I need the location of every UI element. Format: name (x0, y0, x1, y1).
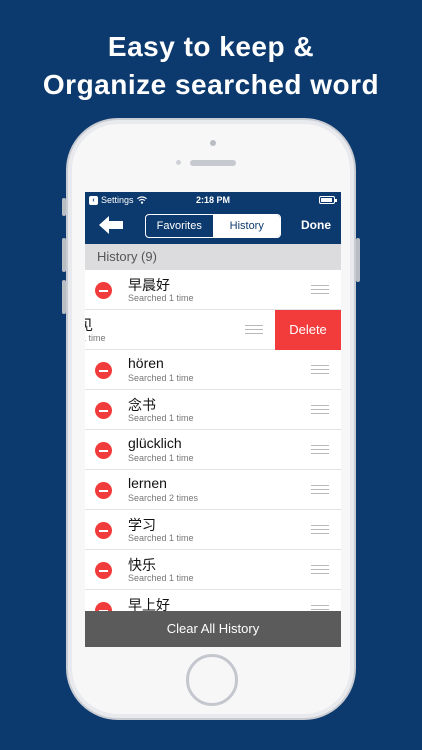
search-count: ched 1 time (85, 333, 106, 343)
delete-circle-icon[interactable] (95, 282, 112, 299)
list-item[interactable]: 早晨好 Searched 1 time (85, 270, 341, 310)
list-item[interactable]: 学习 Searched 1 time (85, 510, 341, 550)
nav-bar: Favorites History Done (85, 208, 341, 244)
list-item[interactable]: 见 ched 1 time Delete (85, 310, 341, 350)
reorder-handle-icon[interactable] (311, 365, 329, 374)
search-count: Searched 1 time (128, 413, 194, 423)
word-label: hören (128, 355, 164, 371)
word-label: 早晨好 (128, 277, 170, 293)
segmented-control: Favorites History (145, 214, 281, 238)
headline-line-1: Easy to keep & (107, 31, 315, 62)
tab-history[interactable]: History (213, 215, 280, 237)
tab-favorites[interactable]: Favorites (146, 215, 214, 237)
status-time: 2:18 PM (195, 195, 230, 205)
list-item[interactable]: 念书 Searched 1 time (85, 390, 341, 430)
list-item[interactable]: glücklich Searched 1 time (85, 430, 341, 470)
reorder-handle-icon[interactable] (311, 565, 329, 574)
list-item[interactable]: hören Searched 1 time (85, 350, 341, 390)
reorder-handle-icon[interactable] (311, 485, 329, 494)
delete-circle-icon[interactable] (95, 402, 112, 419)
front-camera (210, 140, 216, 146)
headline-line-2: Organize searched word (42, 69, 380, 100)
power-button (356, 238, 360, 282)
volume-up-button (62, 238, 66, 272)
search-count: Searched 2 times (128, 493, 199, 503)
earpiece-speaker (190, 160, 236, 166)
headline: Easy to keep & Organize searched word (0, 28, 422, 104)
word-label: glücklich (128, 435, 182, 451)
status-bar: ‹ Settings 2:18 PM (85, 192, 341, 208)
delete-button[interactable]: Delete (275, 310, 341, 350)
delete-circle-icon[interactable] (95, 442, 112, 459)
word-label: 快乐 (128, 557, 156, 573)
delete-circle-icon[interactable] (95, 482, 112, 499)
delete-circle-icon[interactable] (95, 562, 112, 579)
reorder-handle-icon[interactable] (311, 525, 329, 534)
word-label: 念书 (128, 397, 156, 413)
list-item[interactable]: lernen Searched 2 times (85, 470, 341, 510)
delete-circle-icon[interactable] (95, 522, 112, 539)
search-count: Searched 1 time (128, 573, 194, 583)
left-arrow-icon[interactable] (99, 216, 125, 234)
clear-all-history-button[interactable]: Clear All History (85, 611, 341, 647)
phone-screen: ‹ Settings 2:18 PM Favorites History Don… (85, 192, 341, 647)
reorder-handle-icon[interactable] (311, 285, 329, 294)
search-count: Searched 1 time (128, 453, 194, 463)
history-section-header: History (9) (85, 244, 341, 270)
word-label: 见 (85, 317, 93, 333)
search-count: Searched 1 time (128, 293, 194, 303)
delete-circle-icon[interactable] (95, 362, 112, 379)
done-button[interactable]: Done (301, 218, 331, 232)
volume-down-button (62, 280, 66, 314)
battery-icon (319, 196, 337, 204)
home-button[interactable] (186, 654, 238, 706)
word-label: 学习 (128, 517, 156, 533)
search-count: Searched 1 time (128, 533, 194, 543)
phone-frame: ‹ Settings 2:18 PM Favorites History Don… (62, 118, 360, 720)
reorder-handle-icon[interactable] (311, 405, 329, 414)
reorder-handle-icon[interactable] (245, 325, 263, 334)
history-list: 早晨好 Searched 1 time 见 ched 1 time Delete… (85, 270, 341, 630)
word-label: lernen (128, 475, 167, 491)
search-count: Searched 1 time (128, 373, 194, 383)
mute-switch (62, 198, 66, 216)
sensor (176, 160, 181, 165)
reorder-handle-icon[interactable] (311, 445, 329, 454)
list-item[interactable]: 快乐 Searched 1 time (85, 550, 341, 590)
